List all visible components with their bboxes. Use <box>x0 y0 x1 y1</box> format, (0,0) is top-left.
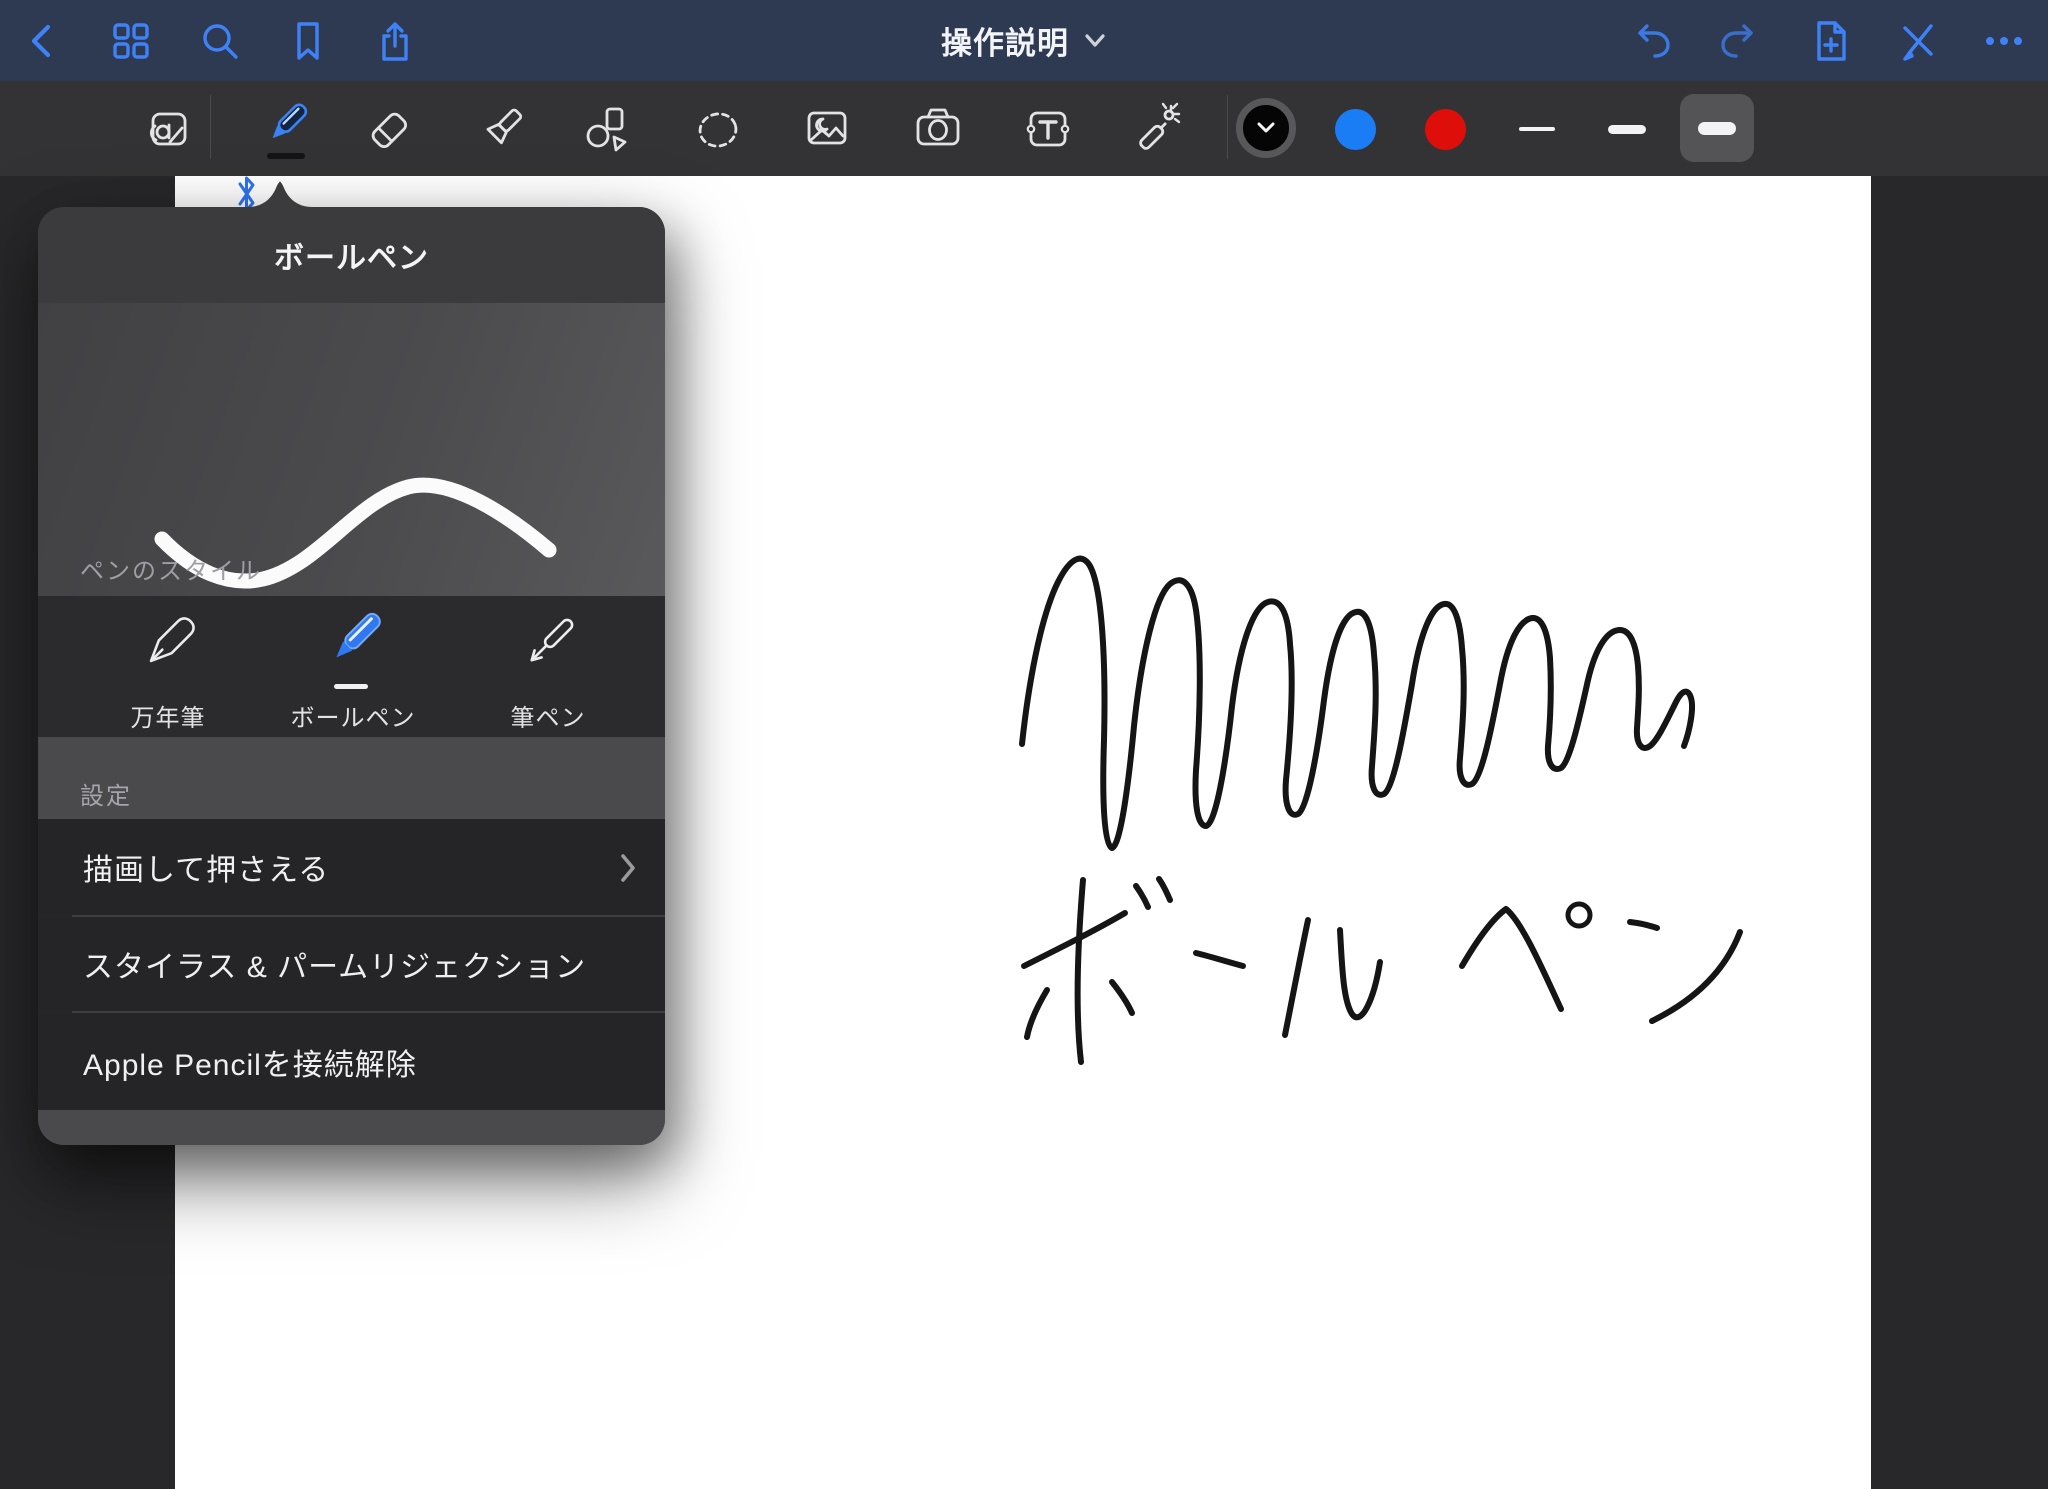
setting-row-draw-and-hold[interactable]: 描画して押さえる <box>38 819 665 915</box>
image-tool[interactable] <box>792 95 862 165</box>
fountain-pen-icon <box>123 596 213 696</box>
add-page-icon <box>1808 18 1854 64</box>
pen-style-label: ボールペン <box>291 698 416 733</box>
color-swatch-red[interactable] <box>1425 109 1466 150</box>
shapes-tool[interactable] <box>571 95 641 165</box>
popover-header: ボールペン <box>38 207 665 303</box>
setting-label: Apple Pencilを接続解除 <box>83 1040 417 1084</box>
highlighter-tool[interactable] <box>465 95 535 165</box>
text-box-icon <box>1018 100 1078 160</box>
text-tool[interactable] <box>1013 95 1083 165</box>
pen-style-fountain[interactable]: 万年筆 <box>83 596 253 737</box>
camera-tool[interactable] <box>903 95 973 165</box>
eraser-icon <box>359 100 419 160</box>
color-swatch-blue[interactable] <box>1335 109 1376 150</box>
undo-icon <box>1628 20 1674 62</box>
goodnotes-app: { "nav": { "title": "操作説明", "icons": ["b… <box>0 0 2048 1489</box>
toolbar-divider <box>210 95 211 159</box>
undo-button[interactable] <box>1619 0 1683 81</box>
redo-button[interactable] <box>1708 0 1772 81</box>
shapes-icon <box>576 100 636 160</box>
brush-pen-icon <box>503 596 593 696</box>
more-button[interactable] <box>1972 0 2036 81</box>
ellipsis-icon <box>1979 19 2029 63</box>
chevron-down-icon <box>1083 33 1107 49</box>
laser-pointer-icon <box>1127 100 1187 160</box>
page-title: 操作説明 <box>941 18 1069 63</box>
stroke-preview-area: ペンのスタイル <box>38 303 665 596</box>
chevron-down-icon <box>1255 121 1277 135</box>
pen-style-label: 万年筆 <box>131 698 206 733</box>
redo-icon <box>1717 20 1763 62</box>
handwriting-recognition-icon <box>137 100 197 160</box>
lasso-icon <box>688 100 748 160</box>
settings-section-label: 設定 <box>80 776 132 811</box>
color-swatch-black-selected[interactable] <box>1236 98 1296 158</box>
pen-style-ballpoint-selected[interactable]: ボールペン <box>268 596 438 737</box>
pen-tool-selected[interactable] <box>250 95 320 165</box>
pen-ink-color-underline <box>267 153 305 159</box>
eraser-tool[interactable] <box>354 95 424 165</box>
canvas-right-margin <box>1871 176 2048 1489</box>
image-icon <box>797 100 857 160</box>
laser-pointer-tool[interactable] <box>1122 95 1192 165</box>
add-page-button[interactable] <box>1799 0 1863 81</box>
popover-arrow <box>248 176 312 207</box>
thickness-medium-button[interactable] <box>1608 125 1646 134</box>
thickness-thick-button-selected[interactable] <box>1680 94 1754 162</box>
setting-row-disconnect-apple-pencil[interactable]: Apple Pencilを接続解除 <box>38 1013 665 1110</box>
pen-crossed-icon <box>1895 18 1941 64</box>
setting-row-stylus-palm-rejection[interactable]: スタイラス & パームリジェクション <box>38 917 665 1011</box>
pen-settings-popover: ボールペン ペンのスタイル 万年筆 <box>38 207 665 1145</box>
handwriting-recognition-tool[interactable] <box>132 95 202 165</box>
setting-label: 描画して押さえる <box>83 845 329 889</box>
drawing-toolbar <box>0 81 2048 176</box>
setting-label: スタイラス & パームリジェクション <box>83 942 586 986</box>
popover-title: ボールペン <box>274 233 429 277</box>
pen-style-brush[interactable]: 筆ペン <box>463 596 633 737</box>
pen-style-options: 万年筆 ボールペン 筆ペン <box>38 596 665 737</box>
thickness-thick-bar <box>1698 122 1736 135</box>
pen-style-label: 筆ペン <box>511 698 586 733</box>
highlighter-icon <box>470 100 530 160</box>
settings-section-header: 設定 <box>38 737 665 819</box>
chevron-right-icon <box>619 853 637 883</box>
toolbar-divider <box>1227 95 1228 159</box>
thickness-thin-button[interactable] <box>1519 127 1555 131</box>
popover-footer <box>38 1110 665 1145</box>
lasso-tool[interactable] <box>683 95 753 165</box>
readonly-mode-button[interactable] <box>1886 0 1950 81</box>
pen-style-section-label: ペンのスタイル <box>80 551 262 586</box>
ballpoint-pen-icon <box>308 596 398 696</box>
selected-underline <box>334 684 368 689</box>
pen-icon <box>250 95 320 165</box>
camera-icon <box>908 100 968 160</box>
navigation-bar: 操作説明 <box>0 0 2048 81</box>
